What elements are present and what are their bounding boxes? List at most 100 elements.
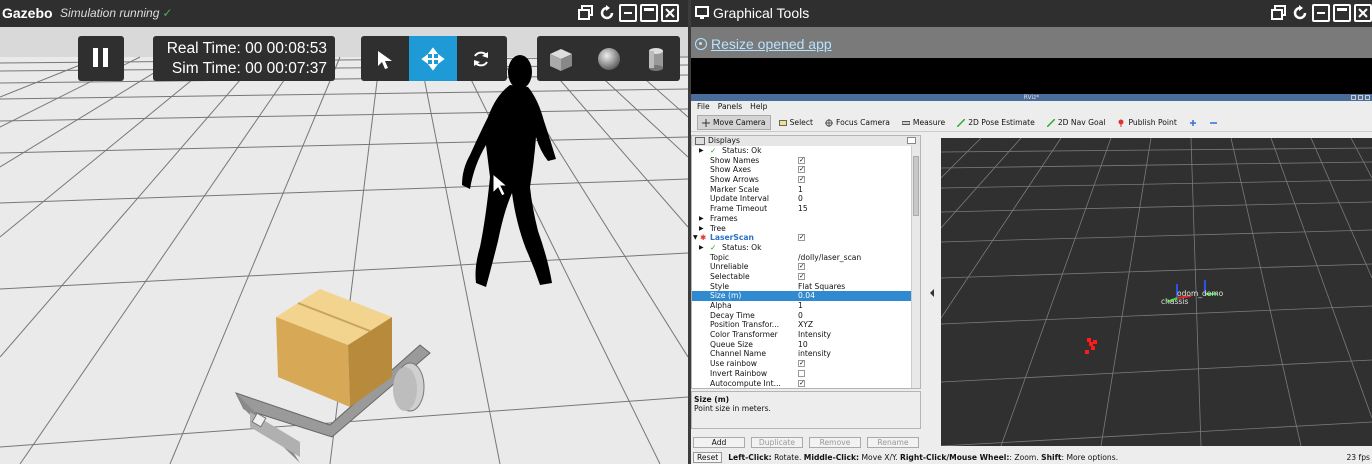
property-row[interactable]: Color Transformer Intensity xyxy=(692,330,912,340)
property-row[interactable]: Decay Time 0 xyxy=(692,311,912,321)
menu-panels[interactable]: Panels xyxy=(718,101,742,113)
property-row[interactable]: Unreliable xyxy=(692,262,912,272)
property-name: Color Transformer xyxy=(710,330,778,340)
property-value[interactable]: /dolly/laser_scan xyxy=(798,253,861,263)
rviz-window-controls xyxy=(1351,95,1370,100)
tool-select[interactable]: Select xyxy=(775,115,817,130)
rviz-menubar: File Panels Help xyxy=(691,101,1372,113)
undock-icon[interactable] xyxy=(1270,4,1288,22)
translate-mode-button[interactable] xyxy=(409,36,457,81)
maximize-icon[interactable] xyxy=(640,4,658,22)
property-row[interactable]: Update Interval 0 xyxy=(692,194,912,204)
refresh-icon[interactable] xyxy=(598,4,616,22)
minimize-icon[interactable] xyxy=(1312,4,1330,22)
checkbox[interactable] xyxy=(798,175,805,185)
property-value[interactable]: Intensity xyxy=(798,330,831,340)
insert-cylinder-button[interactable] xyxy=(632,36,680,81)
display-buttons: Add Duplicate Remove Rename xyxy=(691,437,921,449)
property-row[interactable]: Position Transfor... XYZ xyxy=(692,320,912,330)
tool-move-camera[interactable]: Move Camera xyxy=(697,115,771,130)
tool-publish-point[interactable]: Publish Point xyxy=(1113,115,1180,130)
pause-button[interactable] xyxy=(78,36,124,81)
property-row[interactable]: Selectable xyxy=(692,272,912,282)
property-row[interactable]: Invert Rainbow xyxy=(692,369,912,379)
add-button[interactable]: Add xyxy=(693,437,745,448)
checkbox[interactable] xyxy=(798,379,805,388)
checkbox[interactable] xyxy=(798,369,805,377)
tool-2d-pose-estimate[interactable]: 2D Pose Estimate xyxy=(953,115,1039,130)
remove-tool-button[interactable] xyxy=(1205,115,1221,130)
property-row[interactable]: Marker Scale 1 xyxy=(692,185,912,195)
checkbox[interactable] xyxy=(798,156,805,165)
property-row[interactable]: ▼ ✱ LaserScan xyxy=(692,233,912,243)
property-row[interactable]: ▶ Frames xyxy=(692,214,912,224)
property-row[interactable]: Size (m) 0.04 xyxy=(692,291,912,301)
checkbox[interactable] xyxy=(798,233,805,243)
property-row[interactable]: ▶ Tree xyxy=(692,224,912,234)
tool-focus-camera[interactable]: Focus Camera xyxy=(821,115,894,130)
maximize-icon[interactable] xyxy=(1333,4,1351,22)
property-value[interactable]: 1 xyxy=(798,185,803,195)
tool-measure[interactable]: Measure xyxy=(898,115,949,130)
menu-help[interactable]: Help xyxy=(750,101,767,113)
checkbox[interactable] xyxy=(798,272,805,282)
gazebo-3d-scene[interactable] xyxy=(0,27,688,464)
minimize-icon[interactable] xyxy=(1351,95,1356,100)
property-row[interactable]: Style Flat Squares xyxy=(692,282,912,292)
property-row[interactable]: Frame Timeout 15 xyxy=(692,204,912,214)
property-row[interactable]: Topic/dolly/laser_scan xyxy=(692,253,912,263)
panel-collapse-handle[interactable] xyxy=(923,139,941,439)
property-row[interactable]: Use rainbow xyxy=(692,359,912,369)
insert-sphere-button[interactable] xyxy=(585,36,633,81)
checkbox[interactable] xyxy=(798,359,805,369)
property-value[interactable]: 1 xyxy=(798,301,803,311)
tool-2d-nav-goal[interactable]: 2D Nav Goal xyxy=(1043,115,1110,130)
minimize-icon[interactable] xyxy=(619,4,637,22)
property-row[interactable]: Autocompute Int... xyxy=(692,379,912,388)
duplicate-button[interactable]: Duplicate xyxy=(751,437,803,448)
close-icon[interactable] xyxy=(1365,95,1370,100)
collapse-arrow-icon[interactable]: ▼ xyxy=(693,233,698,243)
menu-file[interactable]: File xyxy=(697,101,710,113)
property-row[interactable]: ▶ ✓ Status: Ok xyxy=(692,146,912,156)
refresh-icon[interactable] xyxy=(1291,4,1309,22)
undock-icon[interactable] xyxy=(577,4,595,22)
property-row[interactable]: ▶ ✓ Status: Ok xyxy=(692,243,912,253)
close-icon[interactable] xyxy=(1354,4,1372,22)
displays-scrollbar[interactable] xyxy=(911,146,920,388)
property-value[interactable]: 0 xyxy=(798,194,803,204)
rviz-3d-view[interactable]: odom_demo chassis xyxy=(941,138,1372,446)
property-row[interactable]: Show Axes xyxy=(692,165,912,175)
close-icon[interactable] xyxy=(661,4,679,22)
scrollbar-thumb[interactable] xyxy=(913,156,919,216)
property-row[interactable]: Queue Size 10 xyxy=(692,340,912,350)
property-value[interactable]: intensity xyxy=(798,349,831,359)
select-mode-button[interactable] xyxy=(361,36,409,81)
laser-scan-icon: ✱ xyxy=(700,233,707,243)
property-value[interactable]: 10 xyxy=(798,340,808,350)
property-row[interactable]: Show Names xyxy=(692,156,912,165)
property-row[interactable]: Show Arrows xyxy=(692,175,912,185)
expand-arrow-icon[interactable]: ▶ xyxy=(699,243,704,253)
resize-opened-app-link[interactable]: Resize opened app xyxy=(695,36,832,52)
expand-arrow-icon[interactable]: ▶ xyxy=(699,224,704,234)
expand-arrow-icon[interactable]: ▶ xyxy=(699,214,704,224)
property-value[interactable]: 0 xyxy=(798,311,803,321)
rename-button[interactable]: Rename xyxy=(867,437,919,448)
panel-float-button[interactable] xyxy=(907,137,916,144)
property-value[interactable]: XYZ xyxy=(798,320,813,330)
expand-arrow-icon[interactable]: ▶ xyxy=(699,146,704,156)
checkbox[interactable] xyxy=(798,165,805,175)
checkbox[interactable] xyxy=(798,262,805,272)
remove-button[interactable]: Remove xyxy=(809,437,861,448)
property-value[interactable]: 0.04 xyxy=(798,291,815,301)
insert-box-button[interactable] xyxy=(537,36,585,81)
property-value[interactable]: 15 xyxy=(798,204,808,214)
add-tool-button[interactable] xyxy=(1185,115,1201,130)
reset-button[interactable]: Reset xyxy=(693,452,723,463)
maximize-icon[interactable] xyxy=(1358,95,1363,100)
property-value[interactable]: Flat Squares xyxy=(798,282,845,292)
property-row[interactable]: Channel Name intensity xyxy=(692,349,912,359)
property-row[interactable]: Alpha 1 xyxy=(692,301,912,311)
rotate-mode-button[interactable] xyxy=(457,36,505,81)
